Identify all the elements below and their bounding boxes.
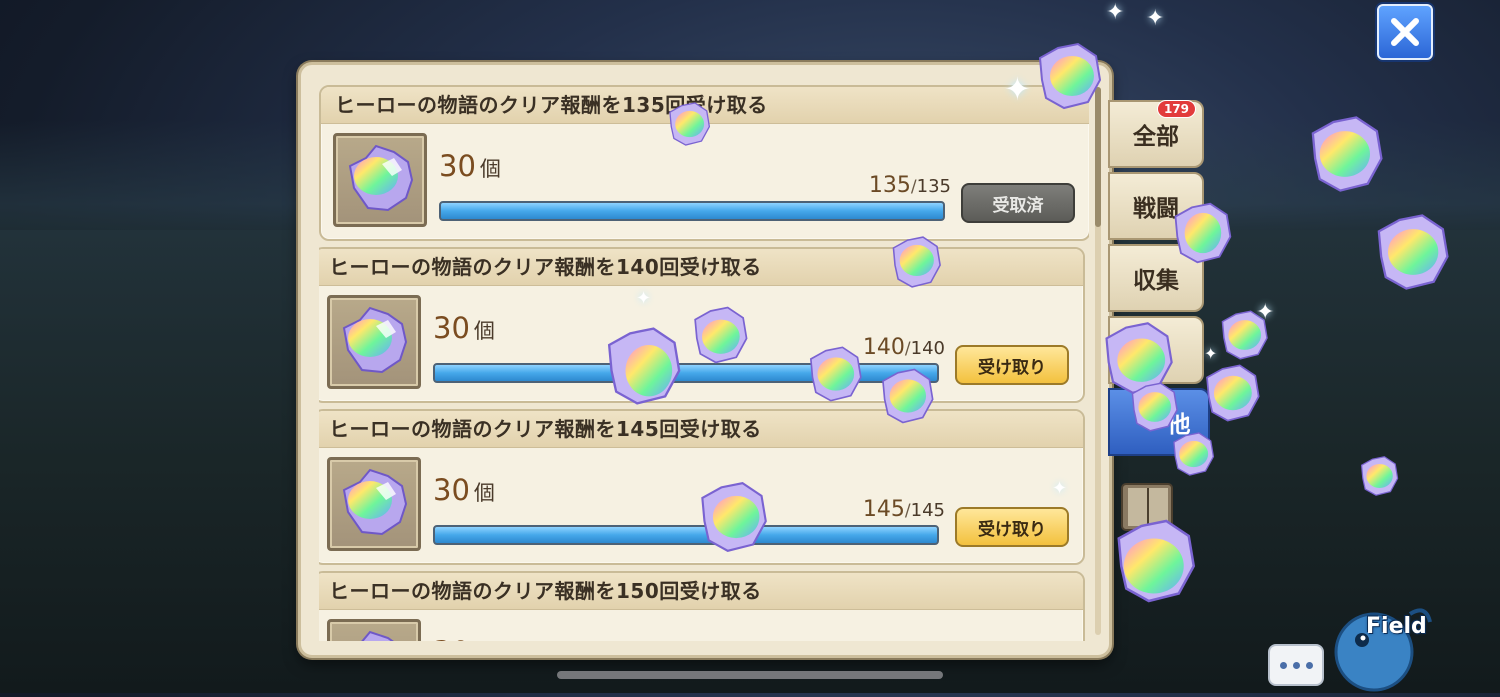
rainbow-gem-particle-icon — [607, 327, 681, 405]
rainbow-gem-reward-icon — [327, 619, 421, 641]
reward-amount: 30個 — [439, 149, 501, 183]
sparkle-icon: ✦ — [1106, 0, 1125, 25]
progress-bar — [433, 525, 939, 545]
reward-amount: 30個 — [433, 473, 495, 507]
progress-bar-fill — [441, 203, 943, 219]
tab-all[interactable]: 全部 179 — [1108, 100, 1204, 168]
rainbow-gem-particle-icon — [669, 102, 711, 146]
rainbow-gem-particle-icon — [1311, 116, 1383, 192]
rainbow-gem-particle-icon — [1174, 202, 1232, 264]
field-label: Field — [1366, 614, 1427, 639]
close-x-icon — [1391, 18, 1419, 46]
field-button[interactable]: Field — [1330, 600, 1440, 692]
rainbow-gem-particle-icon — [1117, 519, 1196, 603]
tab-label: 全部 — [1133, 124, 1179, 150]
mission-card: ヒーローの物語のクリア報酬を150回受け取る 30個 — [319, 571, 1085, 641]
chat-button[interactable] — [1268, 644, 1324, 686]
rainbow-gem-particle-icon — [1173, 432, 1215, 476]
mission-title: ヒーローの物語のクリア報酬を140回受け取る — [319, 249, 1083, 286]
rainbow-gem-reward-icon — [327, 295, 421, 389]
sparkle-icon: ✦ — [1146, 6, 1165, 31]
sparkle-icon: ✦ — [636, 288, 652, 309]
rainbow-gem-particle-icon — [1131, 382, 1178, 432]
progress-count: 135/135 — [868, 173, 951, 198]
rainbow-gem-particle-icon — [701, 482, 767, 552]
mission-title: ヒーローの物語のクリア報酬を145回受け取る — [319, 411, 1083, 448]
claim-button[interactable]: 受け取り — [955, 507, 1069, 547]
rainbow-gem-reward-icon — [333, 133, 427, 227]
rainbow-gem-particle-icon — [809, 346, 862, 402]
progress-bar-fill — [435, 527, 937, 543]
sparkle-icon: ✦ — [1204, 344, 1218, 363]
progress-count: 140/140 — [862, 335, 945, 360]
reward-amount: 30個 — [433, 311, 495, 345]
sparkle-icon: ✦ — [1004, 70, 1031, 108]
progress-count: 145/145 — [862, 497, 945, 522]
sparkle-icon: ✦ — [1256, 300, 1275, 325]
reward-amount: 30個 — [433, 635, 495, 641]
rainbow-gem-particle-icon — [1377, 214, 1449, 290]
progress-bar — [439, 201, 945, 221]
claim-button[interactable]: 受け取り — [955, 345, 1069, 385]
sparkle-icon: ✦ — [1052, 478, 1068, 499]
rainbow-gem-particle-icon — [882, 368, 934, 424]
rainbow-gem-particle-icon — [1206, 364, 1260, 422]
home-indicator — [557, 671, 943, 679]
rainbow-gem-reward-icon — [327, 457, 421, 551]
chat-dot-icon — [1279, 661, 1287, 669]
chat-dot-icon — [1292, 661, 1300, 669]
chat-dot-icon — [1305, 661, 1313, 669]
claimed-button[interactable]: 受取済 — [961, 183, 1075, 223]
notification-badge: 179 — [1156, 100, 1196, 118]
rainbow-gem-particle-icon — [1038, 42, 1102, 110]
rainbow-gem-particle-icon — [892, 236, 941, 288]
close-button[interactable] — [1377, 4, 1433, 60]
rainbow-gem-particle-icon — [694, 306, 748, 364]
mission-title: ヒーローの物語のクリア報酬を150回受け取る — [319, 573, 1083, 610]
rainbow-gem-particle-icon — [1360, 456, 1399, 496]
